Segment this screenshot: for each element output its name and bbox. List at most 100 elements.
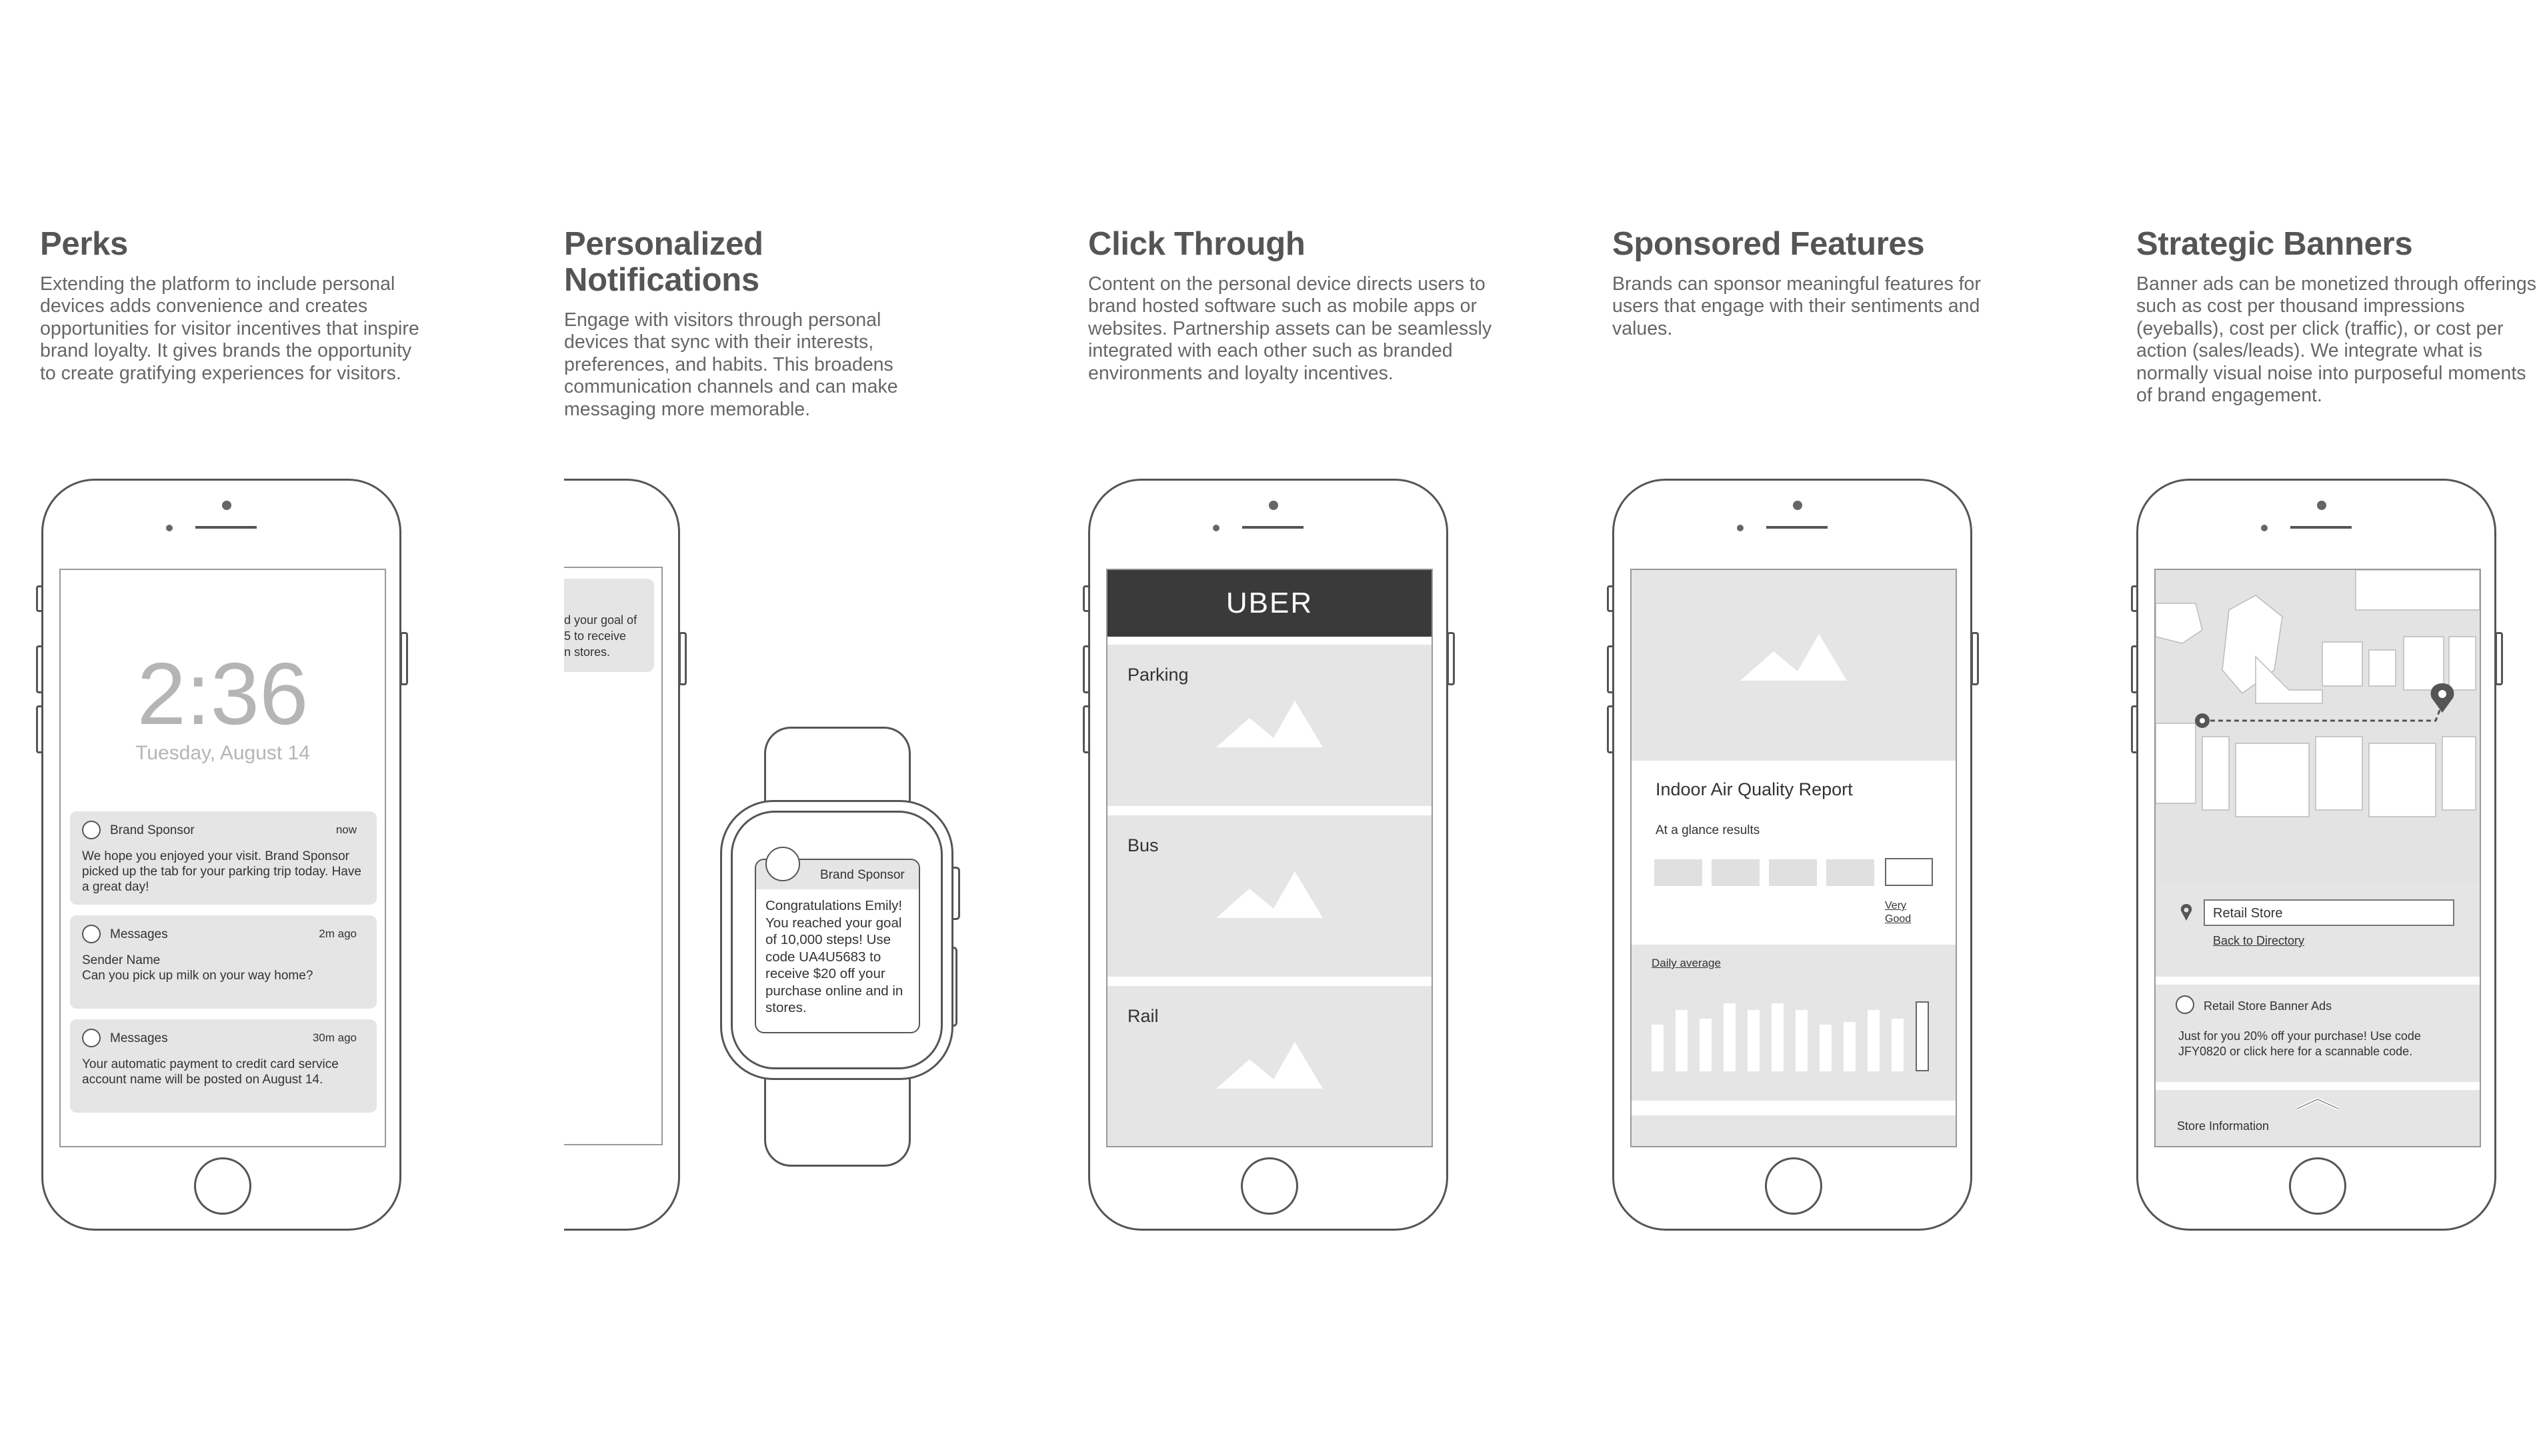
rating-box-selected	[1885, 858, 1933, 886]
watch-notification[interactable]: Brand Sponsor Congratulations Emily! You…	[755, 847, 920, 1033]
sensor	[1737, 525, 1744, 531]
daily-bar	[1892, 1019, 1904, 1071]
sensor	[1213, 525, 1219, 531]
daily-bar	[1748, 1010, 1760, 1071]
clock: 2:36	[137, 645, 309, 743]
image-placeholder-icon	[1216, 871, 1323, 918]
camera	[222, 501, 231, 510]
chevron-up-icon	[2296, 1097, 2340, 1111]
column-title: Perks	[40, 226, 129, 262]
daily-bars	[1652, 986, 1932, 1071]
glance-results	[1654, 858, 1934, 889]
daily-bar	[1916, 1001, 1929, 1071]
column-description: Brands can sponsor meaningful features f…	[1612, 273, 1981, 339]
speaker	[195, 526, 257, 529]
phone-partial: d your goal of 5 to receive n stores.	[564, 479, 680, 1231]
image-placeholder-icon	[1216, 1042, 1323, 1089]
app-icon	[765, 847, 800, 881]
phone-map-banner: Retail Store Back to Directory Retail St…	[2136, 479, 2496, 1231]
uber-screen: UBER Parking Bus Rail	[1106, 569, 1433, 1147]
notification-card[interactable]: Brand Sponsor now We hope you enjoyed yo…	[70, 811, 377, 905]
indoor-map[interactable]	[2156, 570, 2480, 883]
daily-average-label[interactable]: Daily average	[1652, 957, 1721, 970]
daily-bar	[1844, 1022, 1856, 1071]
home-button[interactable]	[1241, 1157, 1298, 1215]
notification-body: Your automatic payment to credit card se…	[82, 1057, 339, 1087]
daily-average-panel: Daily average	[1632, 945, 1956, 1101]
notification-body: We hope you enjoyed your visit. Brand Sp…	[82, 849, 361, 894]
notification-time: 2m ago	[319, 927, 357, 940]
notification-body: Sender Name Can you pick up milk on your…	[82, 953, 369, 983]
rating-label: Very Good	[1885, 900, 1912, 925]
notification-time: 30m ago	[312, 1031, 357, 1044]
message-text: Can you pick up milk on your way home?	[82, 969, 313, 983]
banner-ad-title: Retail Store Banner Ads	[2204, 999, 2332, 1013]
transport-option-bus[interactable]: Bus	[1107, 815, 1432, 977]
daily-bar	[1724, 1003, 1736, 1071]
transport-label: Parking	[1127, 665, 1189, 685]
bottom-strip	[1632, 1115, 1956, 1146]
daily-bar	[1652, 1025, 1664, 1071]
daily-bar	[1700, 1019, 1712, 1071]
notification-card[interactable]: Messages 30m ago Your automatic payment …	[70, 1019, 377, 1113]
transport-label: Bus	[1127, 835, 1159, 855]
air-quality-screen: Indoor Air Quality Report At a glance re…	[1630, 569, 1957, 1147]
column-perks: Perks Extending the platform to include …	[40, 226, 440, 385]
watch-app-name: Brand Sponsor	[820, 868, 905, 882]
watch-message: Congratulations Emily! You reached your …	[765, 898, 903, 1015]
watch-band-bottom	[764, 1073, 911, 1167]
column-description: Extending the platform to include person…	[40, 273, 419, 384]
smartwatch: Brand Sponsor Congratulations Emily! You…	[720, 727, 967, 1167]
notification-app: Messages	[110, 927, 168, 941]
camera	[2317, 501, 2326, 510]
home-button[interactable]	[2289, 1157, 2346, 1215]
side-button	[679, 632, 687, 685]
search-panel: Retail Store Back to Directory	[2156, 883, 2480, 977]
home-button[interactable]	[194, 1157, 251, 1215]
transport-option-rail[interactable]: Rail	[1107, 986, 1432, 1146]
store-search-input[interactable]: Retail Store	[2204, 899, 2454, 926]
store-info-label: Store Information	[2177, 1119, 2270, 1133]
glance-label: At a glance results	[1656, 823, 1760, 837]
partial-notification: d your goal of 5 to receive n stores.	[564, 579, 654, 672]
app-icon	[2176, 995, 2194, 1014]
rating-box	[1654, 859, 1702, 886]
banner-ad-body: Just for you 20% off your purchase! Use …	[2178, 1029, 2421, 1058]
column-description: Banner ads can be monetized through offe…	[2136, 273, 2536, 407]
sender-name: Sender Name	[82, 953, 161, 967]
transport-option-parking[interactable]: Parking	[1107, 645, 1432, 806]
column-title: Strategic Banners	[2136, 226, 2413, 262]
uber-header: UBER	[1107, 570, 1432, 637]
daily-bar	[1868, 1010, 1880, 1071]
home-button[interactable]	[1765, 1157, 1822, 1215]
notification-app: Brand Sponsor	[110, 823, 195, 837]
map-screen: Retail Store Back to Directory Retail St…	[2154, 569, 2481, 1147]
back-to-directory-link[interactable]: Back to Directory	[2213, 934, 2304, 948]
image-placeholder-icon	[1216, 701, 1323, 747]
sensor	[166, 525, 173, 531]
rating-box	[1769, 859, 1817, 886]
column-title: Sponsored Features	[1612, 226, 1925, 262]
column-strategic-banners: Strategic Banners Banner ads can be mone…	[2136, 226, 2536, 407]
hero-image-placeholder	[1632, 570, 1956, 761]
rating-box	[1712, 859, 1760, 886]
daily-bar	[1772, 1003, 1784, 1071]
column-sponsored-features: Sponsored Features Brands can sponsor me…	[1612, 226, 2012, 340]
store-info-drawer[interactable]: Store Information	[2156, 1090, 2480, 1146]
banner-ad-card[interactable]: Retail Store Banner Ads Just for you 20%…	[2156, 985, 2480, 1082]
column-description: Engage with visitors through personal de…	[564, 309, 898, 420]
location-pin-icon	[2180, 904, 2192, 921]
notification-app: Messages	[110, 1031, 168, 1045]
watch-band-top	[764, 727, 911, 807]
daily-bar	[1796, 1010, 1808, 1071]
lock-screen: 2:36 Tuesday, August 14 Brand Sponsor no…	[59, 569, 386, 1147]
transport-label: Rail	[1127, 1006, 1159, 1026]
notification-time: now	[335, 823, 357, 836]
column-title: Personalized Notifications	[564, 226, 763, 298]
uber-logo: UBER	[1225, 587, 1314, 619]
rating-box	[1826, 859, 1874, 886]
date: Tuesday, August 14	[135, 742, 310, 764]
column-description: Content on the personal device directs u…	[1088, 273, 1492, 384]
notification-card[interactable]: Messages 2m ago Sender Name Can you pick…	[70, 915, 377, 1009]
store-search-value: Retail Store	[2213, 906, 2283, 921]
